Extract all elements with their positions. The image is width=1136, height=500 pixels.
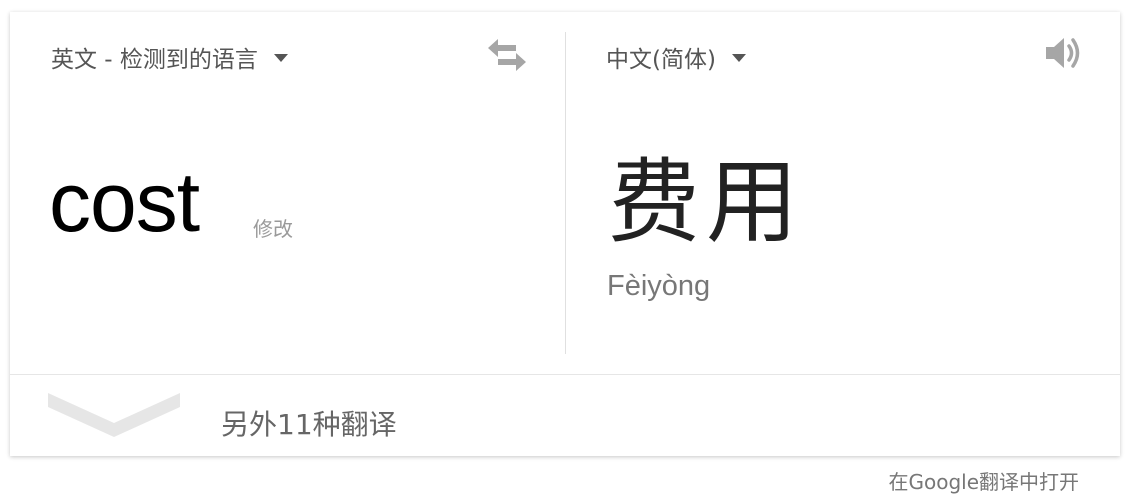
translated-text: 费用 bbox=[608, 149, 805, 256]
speaker-icon bbox=[1046, 38, 1080, 68]
caret-down-icon bbox=[273, 54, 288, 62]
translate-card: 英文 - 检测到的语言 cost 修改 中文(简体) 费用 Fèiyòng 另外… bbox=[10, 12, 1120, 456]
more-translations-label: 另外11种翻译 bbox=[221, 408, 397, 441]
chevron-down-icon bbox=[48, 393, 180, 437]
swap-arrows-icon bbox=[488, 39, 526, 71]
source-text[interactable]: cost bbox=[49, 152, 200, 252]
target-language-select[interactable]: 中文(简体) bbox=[606, 40, 746, 74]
swap-languages-button[interactable] bbox=[486, 38, 528, 72]
source-language-label: 英文 - 检测到的语言 bbox=[51, 47, 258, 73]
edit-link[interactable]: 修改 bbox=[253, 213, 293, 242]
romanization-text: Fèiyòng bbox=[607, 270, 711, 302]
listen-button[interactable] bbox=[1044, 34, 1084, 72]
source-language-select[interactable]: 英文 - 检测到的语言 bbox=[51, 40, 288, 74]
caret-down-icon bbox=[731, 54, 746, 62]
open-in-google-translate-link[interactable]: 在Google翻译中打开 bbox=[888, 466, 1079, 495]
more-translations-toggle[interactable]: 另外11种翻译 bbox=[10, 375, 1120, 456]
source-pane: 英文 - 检测到的语言 cost 修改 bbox=[10, 12, 565, 374]
target-pane: 中文(简体) 费用 Fèiyòng bbox=[566, 12, 1120, 374]
target-language-label: 中文(简体) bbox=[606, 47, 716, 73]
